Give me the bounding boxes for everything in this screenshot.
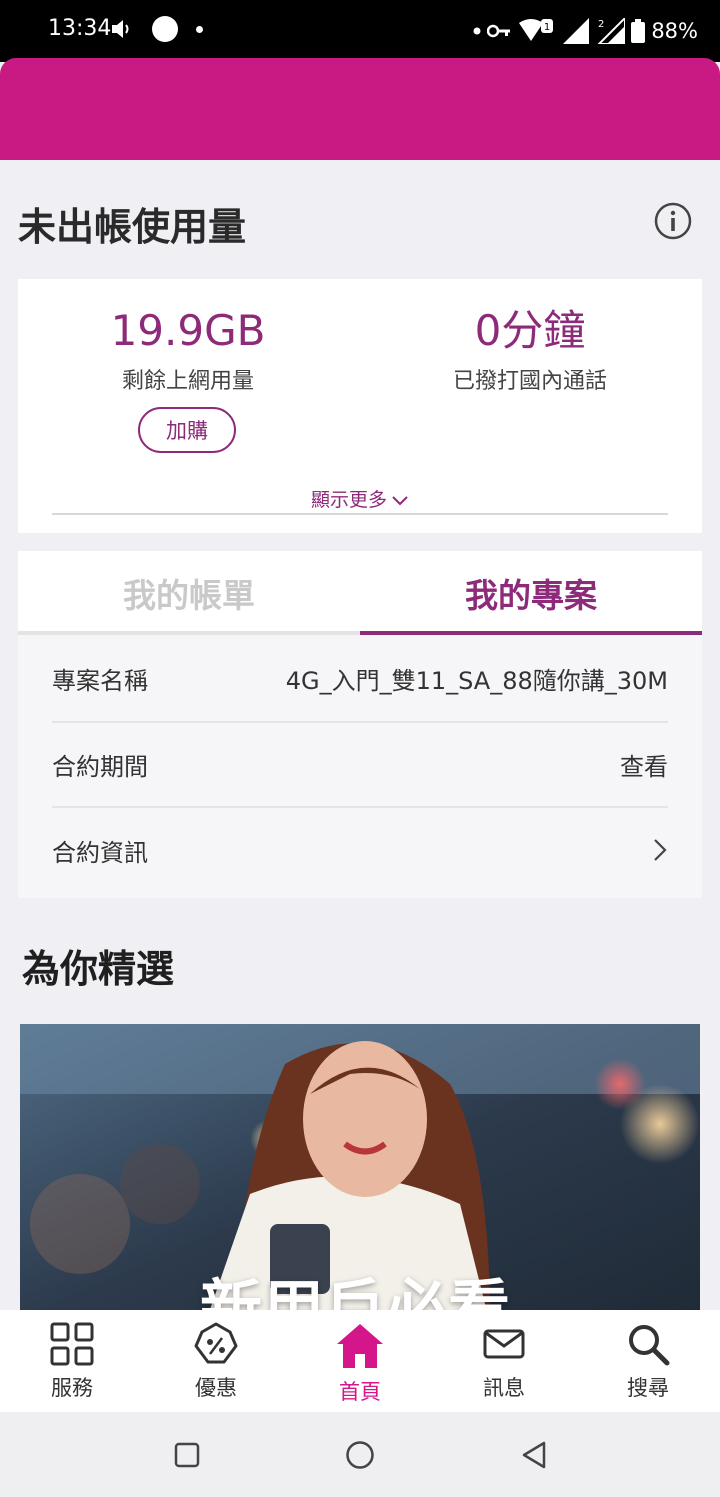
nav-label: 訊息 [483, 1376, 525, 1400]
bottom-nav: 服務 優惠 首頁 訊息 搜尋 [0, 1310, 720, 1412]
nav-label: 首頁 [339, 1380, 381, 1404]
nav-label: 搜尋 [627, 1376, 669, 1400]
signal-sim1-icon [563, 18, 590, 44]
data-remaining-label: 剩餘上網用量 [121, 369, 254, 394]
plan-details: 專案名稱 4G_入門_雙11_SA_88隨你講_30M 合約期間 查看 合約資訊 [18, 635, 702, 898]
contract-period-row: 合約期間 查看 [52, 721, 668, 807]
recents-button[interactable] [174, 1442, 200, 1468]
chevron-down-icon [392, 495, 408, 505]
calls-value: 0分鐘 [474, 306, 586, 355]
tab-my-bill[interactable]: 我的帳單 [18, 569, 360, 617]
notification-circle-icon [152, 16, 178, 42]
tab-my-plan[interactable]: 我的專案 [360, 569, 702, 617]
status-dot-icon [473, 27, 481, 35]
data-remaining-value: 19.9GB [110, 306, 266, 355]
contract-period-label: 合約期間 [52, 752, 148, 781]
info-icon[interactable] [654, 202, 692, 240]
discount-tag-icon [194, 1322, 238, 1364]
plan-name-value: 4G_入門_雙11_SA_88隨你講_30M [285, 666, 668, 695]
show-more-label: 顯示更多 [310, 489, 387, 511]
nav-label: 服務 [51, 1376, 93, 1400]
plan-name-row: 專案名稱 4G_入門_雙11_SA_88隨你講_30M [52, 635, 668, 721]
nav-item-search[interactable]: 搜尋 [588, 1322, 708, 1402]
system-nav-bar [0, 1412, 720, 1497]
header-banner [0, 58, 720, 160]
featured-title: 為你精選 [22, 947, 175, 991]
svg-text:2: 2 [598, 19, 604, 30]
mail-icon [483, 1329, 525, 1359]
nav-item-offers[interactable]: 優惠 [156, 1322, 276, 1402]
svg-text:1: 1 [544, 22, 550, 33]
volume-icon [112, 20, 129, 38]
back-button[interactable] [520, 1440, 548, 1470]
grid-icon [50, 1322, 94, 1366]
unbilled-usage-title: 未出帳使用量 [18, 205, 247, 249]
promo-banner[interactable]: 新用戶必看 [20, 1024, 700, 1324]
chevron-right-icon [654, 839, 667, 861]
signal-sim2-icon: 2 [597, 18, 626, 44]
battery-icon [631, 19, 646, 43]
plan-name-label: 專案名稱 [52, 666, 148, 695]
contract-info-label: 合約資訊 [52, 838, 148, 867]
status-bar: 13:34 1 2 88% [0, 0, 720, 62]
status-time: 13:34 [48, 16, 112, 41]
show-more-link[interactable]: 顯示更多 [18, 485, 702, 512]
battery-percent: 88% [651, 19, 698, 43]
nav-item-services[interactable]: 服務 [12, 1322, 132, 1402]
nav-item-home[interactable]: 首頁 [300, 1322, 420, 1406]
view-contract-period-link[interactable]: 查看 [620, 747, 668, 782]
search-icon [629, 1325, 670, 1366]
nav-item-messages[interactable]: 訊息 [444, 1322, 564, 1402]
nav-label: 優惠 [195, 1376, 237, 1400]
divider [52, 513, 668, 515]
data-usage-block: 19.9GB 剩餘上網用量 [18, 305, 358, 395]
contract-info-row[interactable]: 合約資訊 [52, 807, 668, 893]
wifi-icon: 1 [519, 19, 554, 41]
account-tabs-card: 我的帳單 我的專案 專案名稱 4G_入門_雙11_SA_88隨你講_30M 合約… [18, 551, 702, 898]
notification-dot-icon [196, 26, 203, 33]
usage-card: 19.9GB 剩餘上網用量 0分鐘 已撥打國內通話 加購 顯示更多 [18, 279, 702, 533]
calls-label: 已撥打國內通話 [452, 369, 607, 394]
home-button[interactable] [345, 1440, 375, 1470]
home-icon [337, 1324, 383, 1368]
key-icon [487, 24, 511, 38]
buy-more-button[interactable]: 加購 [138, 407, 236, 453]
calls-usage-block: 0分鐘 已撥打國內通話 [360, 305, 700, 395]
